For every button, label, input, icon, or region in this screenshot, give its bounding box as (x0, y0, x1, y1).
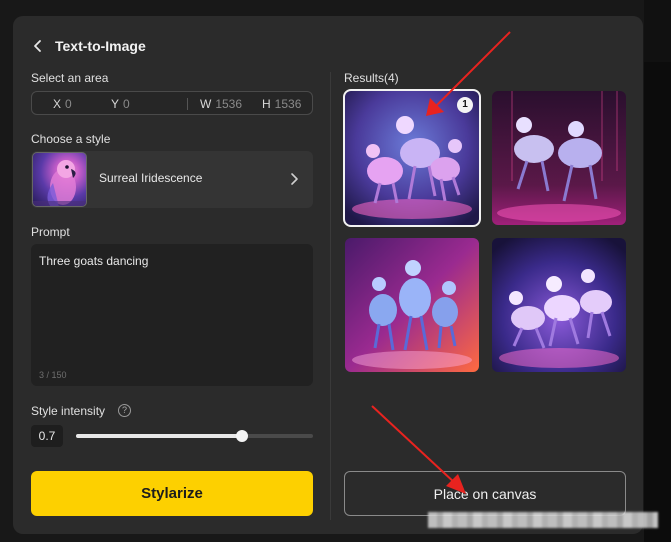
result-image-3[interactable] (345, 238, 479, 372)
chevron-right-icon (291, 173, 298, 185)
x-value: 0 (65, 97, 72, 111)
slider-fill (76, 434, 242, 438)
height-field[interactable]: H 1536 (262, 97, 301, 111)
w-key: W (200, 97, 212, 111)
place-on-canvas-button[interactable]: Place on canvas (344, 471, 626, 516)
result-image-4[interactable] (492, 238, 626, 372)
intensity-slider[interactable] (76, 430, 313, 442)
column-divider (330, 72, 331, 520)
background-edge (644, 62, 671, 542)
x-key: X (53, 97, 62, 111)
prompt-char-count: 3 / 150 (39, 370, 67, 380)
goats-image (492, 91, 626, 225)
style-name: Surreal Iridescence (99, 171, 203, 185)
area-label: Select an area (31, 71, 109, 85)
width-field[interactable]: W 1536 (200, 97, 242, 111)
panel-header: Text-to-Image (33, 38, 146, 54)
intensity-label: Style intensity (31, 404, 106, 418)
h-value: 1536 (274, 97, 302, 111)
help-icon[interactable]: ? (118, 404, 131, 417)
panel-title: Text-to-Image (55, 38, 146, 54)
slider-thumb[interactable] (236, 430, 248, 442)
result-image-2[interactable] (492, 91, 626, 225)
goats-image (345, 238, 479, 372)
y-value: 0 (123, 97, 130, 111)
selected-badge: 1 (457, 97, 473, 113)
back-button[interactable] (33, 38, 47, 54)
style-thumbnail (32, 152, 87, 207)
stylize-button[interactable]: Stylarize (31, 471, 313, 516)
area-divider (187, 98, 188, 110)
y-field[interactable]: Y 0 (111, 97, 130, 111)
prompt-label: Prompt (31, 225, 70, 239)
prompt-input[interactable]: Three goats dancing 3 / 150 (31, 244, 313, 386)
y-key: Y (111, 97, 120, 111)
w-value: 1536 (215, 97, 243, 111)
goats-image (492, 238, 626, 372)
redacted-strip (428, 512, 658, 528)
style-label: Choose a style (31, 132, 111, 146)
text-to-image-panel: Text-to-Image Select an area X 0 Y 0 W 1… (13, 16, 643, 534)
prompt-text: Three goats dancing (39, 254, 149, 268)
x-field[interactable]: X 0 (53, 97, 72, 111)
area-fields: X 0 Y 0 W 1536 H 1536 (31, 91, 313, 115)
results-grid: 1 (343, 89, 627, 372)
parrot-image (33, 160, 86, 206)
result-image-1[interactable]: 1 (343, 89, 481, 227)
h-key: H (262, 97, 271, 111)
chevron-left-icon (34, 40, 41, 52)
results-label: Results(4) (344, 71, 399, 85)
style-selector[interactable]: Surreal Iridescence (31, 151, 313, 208)
background-window (644, 0, 671, 542)
intensity-value[interactable]: 0.7 (31, 425, 63, 447)
